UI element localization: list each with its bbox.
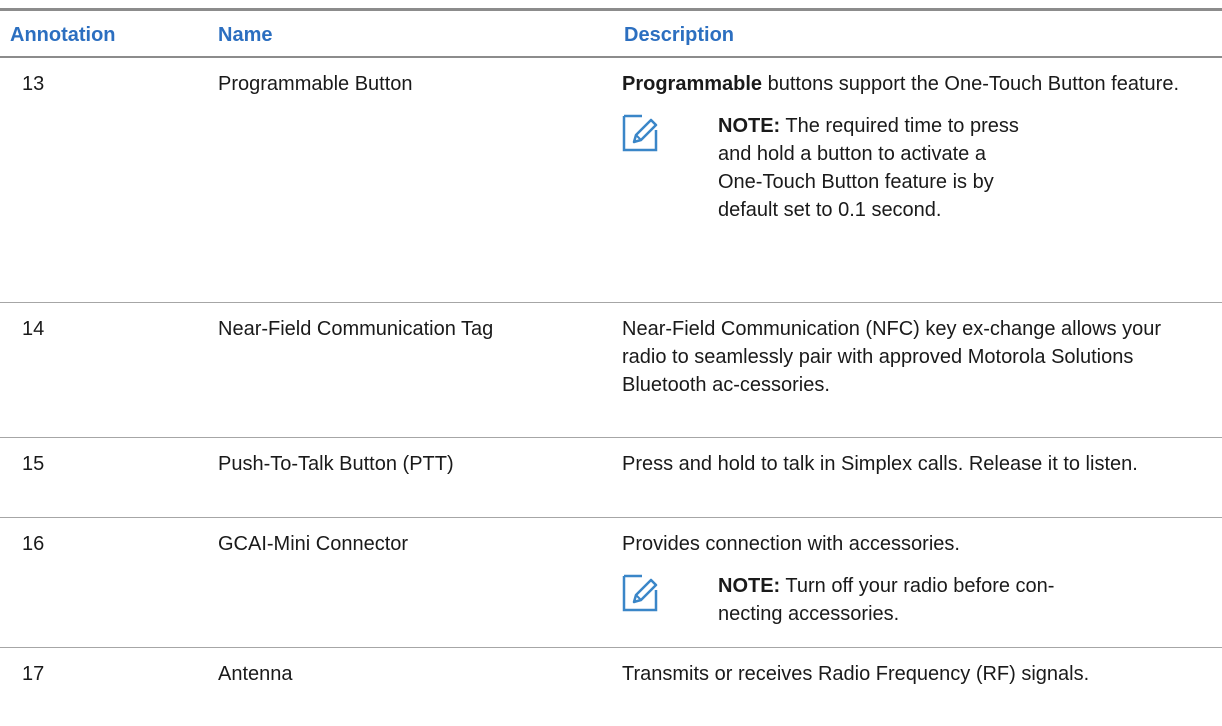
- table-row: 16 GCAI-Mini Connector Provides connecti…: [0, 518, 1222, 648]
- row-annotation: 17: [22, 663, 45, 685]
- row-annotation: 13: [22, 73, 45, 95]
- description-text: Provides connection with accessories.: [622, 533, 960, 555]
- note-pencil-icon: [622, 114, 658, 152]
- table-row: 13 Programmable Button Programmable butt…: [0, 58, 1222, 303]
- table-header: Annotation Name Description: [0, 11, 1222, 58]
- table-row: 17 Antenna Transmits or receives Radio F…: [0, 648, 1222, 726]
- row-name: Near-Field Communication Tag: [218, 318, 494, 340]
- row-name: Programmable Button: [218, 73, 413, 95]
- note-block: NOTE: Turn off your radio before con-nec…: [622, 572, 1202, 628]
- table-row: 15 Push-To-Talk Button (PTT) Press and h…: [0, 438, 1222, 518]
- row-description: Programmable buttons support the One-Tou…: [622, 70, 1202, 224]
- row-description: Press and hold to talk in Simplex calls.…: [622, 453, 1138, 475]
- row-name: Push-To-Talk Button (PTT): [218, 453, 454, 475]
- header-description: Description: [624, 24, 735, 46]
- table-row: 14 Near-Field Communication Tag Near-Fie…: [0, 303, 1222, 438]
- row-description: Near-Field Communication (NFC) key ex-ch…: [622, 318, 1162, 396]
- note-block: NOTE: The required time to press and hol…: [622, 112, 1202, 224]
- note-label: NOTE:: [718, 115, 781, 137]
- row-annotation: 14: [22, 318, 45, 340]
- row-description: Provides connection with accessories. NO…: [622, 530, 1202, 628]
- row-description: Transmits or receives Radio Frequency (R…: [622, 663, 1090, 685]
- row-annotation: 15: [22, 453, 45, 475]
- description-bold: Programmable: [622, 73, 763, 95]
- description-rest: buttons support the One-Touch Button fea…: [762, 73, 1179, 95]
- note-text: NOTE: The required time to press and hol…: [718, 112, 1028, 224]
- header-name: Name: [218, 24, 273, 46]
- row-name: Antenna: [218, 663, 293, 685]
- description-text: Programmable buttons support the One-Tou…: [622, 70, 1202, 98]
- row-name: GCAI-Mini Connector: [218, 533, 409, 555]
- header-annotation: Annotation: [10, 24, 116, 46]
- row-annotation: 16: [22, 533, 45, 555]
- annotation-table: Annotation Name Description 13 Programma…: [0, 8, 1222, 726]
- note-pencil-icon: [622, 574, 658, 612]
- note-label: NOTE:: [718, 575, 781, 597]
- note-text: NOTE: Turn off your radio before con-nec…: [718, 572, 1058, 628]
